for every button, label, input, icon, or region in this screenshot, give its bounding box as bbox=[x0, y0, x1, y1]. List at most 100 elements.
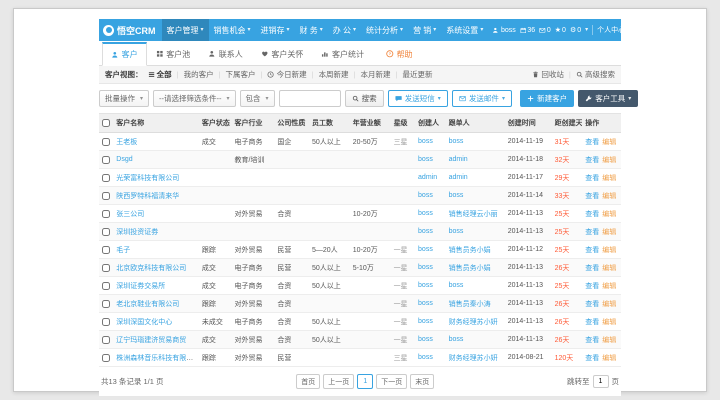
follower-link[interactable]: 销售经理云小丽 bbox=[449, 211, 498, 218]
edit-link[interactable]: 编辑 bbox=[602, 355, 616, 362]
customer-name-link[interactable]: 株洲森林音乐科技有限公司 bbox=[116, 355, 199, 362]
follower-link[interactable]: boss bbox=[449, 192, 464, 199]
view-link[interactable]: 查看 bbox=[585, 283, 599, 290]
page-button-1[interactable]: 上一页 bbox=[323, 374, 354, 389]
tab-3[interactable]: 客户关怀 bbox=[252, 42, 313, 66]
nav-item-6[interactable]: 营 销▾ bbox=[408, 19, 441, 41]
view-option-1[interactable]: 我的客户 bbox=[184, 69, 214, 80]
mail-count[interactable]: 0 bbox=[539, 27, 551, 34]
row-checkbox[interactable] bbox=[102, 318, 110, 326]
row-checkbox[interactable] bbox=[102, 300, 110, 308]
view-link[interactable]: 查看 bbox=[585, 355, 599, 362]
star-count[interactable]: ★0 bbox=[555, 27, 566, 34]
view-link[interactable]: 查看 bbox=[585, 157, 599, 164]
follower-link[interactable]: 销售员务小娟 bbox=[449, 265, 491, 272]
view-option-3[interactable]: 今日新建 bbox=[267, 69, 306, 80]
view-link[interactable]: 查看 bbox=[585, 175, 599, 182]
search-input[interactable] bbox=[279, 90, 341, 107]
page-button-4[interactable]: 末页 bbox=[410, 374, 434, 389]
view-link[interactable]: 查看 bbox=[585, 337, 599, 344]
row-checkbox[interactable] bbox=[102, 246, 110, 254]
view-option-8[interactable]: 高级搜索 bbox=[576, 69, 615, 80]
follower-link[interactable]: admin bbox=[449, 156, 468, 163]
user-menu[interactable]: boss bbox=[492, 27, 515, 34]
customer-name-link[interactable]: Dsgd bbox=[116, 156, 132, 163]
follower-link[interactable]: 销售员秦小涛 bbox=[449, 301, 491, 308]
customer-name-link[interactable]: 光荣富科技有限公司 bbox=[116, 175, 179, 182]
follower-link[interactable]: boss bbox=[449, 336, 464, 343]
view-link[interactable]: 查看 bbox=[585, 319, 599, 326]
follower-link[interactable]: 销售员务小娟 bbox=[449, 247, 491, 254]
row-checkbox[interactable] bbox=[102, 210, 110, 218]
follower-link[interactable]: boss bbox=[449, 138, 464, 145]
creator-link[interactable]: boss bbox=[418, 156, 433, 163]
view-option-7[interactable]: 回收站 bbox=[532, 69, 564, 80]
creator-link[interactable]: boss bbox=[418, 354, 433, 361]
nav-item-7[interactable]: 系统设置▾ bbox=[441, 19, 488, 41]
creator-link[interactable]: boss bbox=[418, 336, 433, 343]
customer-name-link[interactable]: 陕西罗特科福清来华 bbox=[116, 193, 179, 200]
creator-link[interactable]: boss bbox=[418, 210, 433, 217]
creator-link[interactable]: boss bbox=[418, 138, 433, 145]
view-link[interactable]: 查看 bbox=[585, 265, 599, 272]
page-button-0[interactable]: 首页 bbox=[296, 374, 320, 389]
row-checkbox[interactable] bbox=[102, 228, 110, 236]
customer-name-link[interactable]: 北京欧克科技有限公司 bbox=[116, 265, 186, 272]
page-button-2[interactable]: 1 bbox=[357, 374, 373, 389]
page-button-3[interactable]: 下一页 bbox=[376, 374, 407, 389]
bulk-actions-select[interactable]: 批量操作 ▾ bbox=[99, 90, 149, 107]
nav-item-3[interactable]: 财 务▾ bbox=[295, 19, 328, 41]
edit-link[interactable]: 编辑 bbox=[602, 337, 616, 344]
tab-help[interactable]: ?帮助 bbox=[377, 42, 422, 66]
row-checkbox[interactable] bbox=[102, 138, 110, 146]
customer-name-link[interactable]: 深圳深国文化中心 bbox=[116, 319, 172, 326]
edit-link[interactable]: 编辑 bbox=[602, 247, 616, 254]
search-button[interactable]: 搜索 bbox=[345, 90, 384, 107]
edit-link[interactable]: 编辑 bbox=[602, 319, 616, 326]
view-link[interactable]: 查看 bbox=[585, 193, 599, 200]
edit-link[interactable]: 编辑 bbox=[602, 283, 616, 290]
nav-item-1[interactable]: 销售机会▾ bbox=[209, 19, 256, 41]
edit-link[interactable]: 编辑 bbox=[602, 229, 616, 236]
view-link[interactable]: 查看 bbox=[585, 301, 599, 308]
view-option-5[interactable]: 本月新建 bbox=[361, 69, 391, 80]
match-type-select[interactable]: 包含 ▾ bbox=[240, 90, 275, 107]
new-customer-button[interactable]: 新建客户 bbox=[520, 90, 574, 107]
row-checkbox[interactable] bbox=[102, 174, 110, 182]
creator-link[interactable]: boss bbox=[418, 318, 433, 325]
personal-center-menu[interactable]: 个人中心 ▾ bbox=[597, 25, 630, 35]
customer-name-link[interactable]: 辽宁玛瑙建济贸易商贸 bbox=[116, 337, 186, 344]
view-option-0[interactable]: 全部 bbox=[148, 69, 172, 80]
edit-link[interactable]: 编辑 bbox=[602, 139, 616, 146]
view-link[interactable]: 查看 bbox=[585, 229, 599, 236]
view-option-6[interactable]: 最近更新 bbox=[402, 69, 432, 80]
tab-1[interactable]: 客户池 bbox=[147, 42, 200, 66]
edit-link[interactable]: 编辑 bbox=[602, 211, 616, 218]
filter-condition-select[interactable]: --请选择筛选条件-- ▾ bbox=[153, 90, 236, 107]
follower-link[interactable]: 财务经理苏小妍 bbox=[449, 355, 498, 362]
tab-0[interactable]: 客户 bbox=[102, 42, 147, 66]
nav-item-2[interactable]: 进销存▾ bbox=[256, 19, 295, 41]
send-email-button[interactable]: 发送邮件 ▾ bbox=[452, 90, 512, 107]
follower-link[interactable]: boss bbox=[449, 282, 464, 289]
view-option-2[interactable]: 下属客户 bbox=[226, 69, 256, 80]
creator-link[interactable]: boss bbox=[418, 264, 433, 271]
view-link[interactable]: 查看 bbox=[585, 139, 599, 146]
nav-item-0[interactable]: 客户管理▾ bbox=[162, 19, 209, 41]
row-checkbox[interactable] bbox=[102, 192, 110, 200]
customer-name-link[interactable]: 老北京鞋业有限公司 bbox=[116, 301, 179, 308]
creator-link[interactable]: admin bbox=[418, 174, 437, 181]
nav-item-4[interactable]: 办 公▾ bbox=[328, 19, 361, 41]
brand[interactable]: 悟空CRM bbox=[99, 19, 162, 41]
row-checkbox[interactable] bbox=[102, 156, 110, 164]
creator-link[interactable]: boss bbox=[418, 300, 433, 307]
view-option-4[interactable]: 本周新建 bbox=[319, 69, 349, 80]
row-checkbox[interactable] bbox=[102, 354, 110, 362]
tab-2[interactable]: 联系人 bbox=[199, 42, 252, 66]
edit-link[interactable]: 编辑 bbox=[602, 175, 616, 182]
follower-link[interactable]: boss bbox=[449, 228, 464, 235]
nav-item-5[interactable]: 统计分析▾ bbox=[361, 19, 408, 41]
creator-link[interactable]: boss bbox=[418, 246, 433, 253]
row-checkbox[interactable] bbox=[102, 336, 110, 344]
follower-link[interactable]: 财务经理苏小妍 bbox=[449, 319, 498, 326]
